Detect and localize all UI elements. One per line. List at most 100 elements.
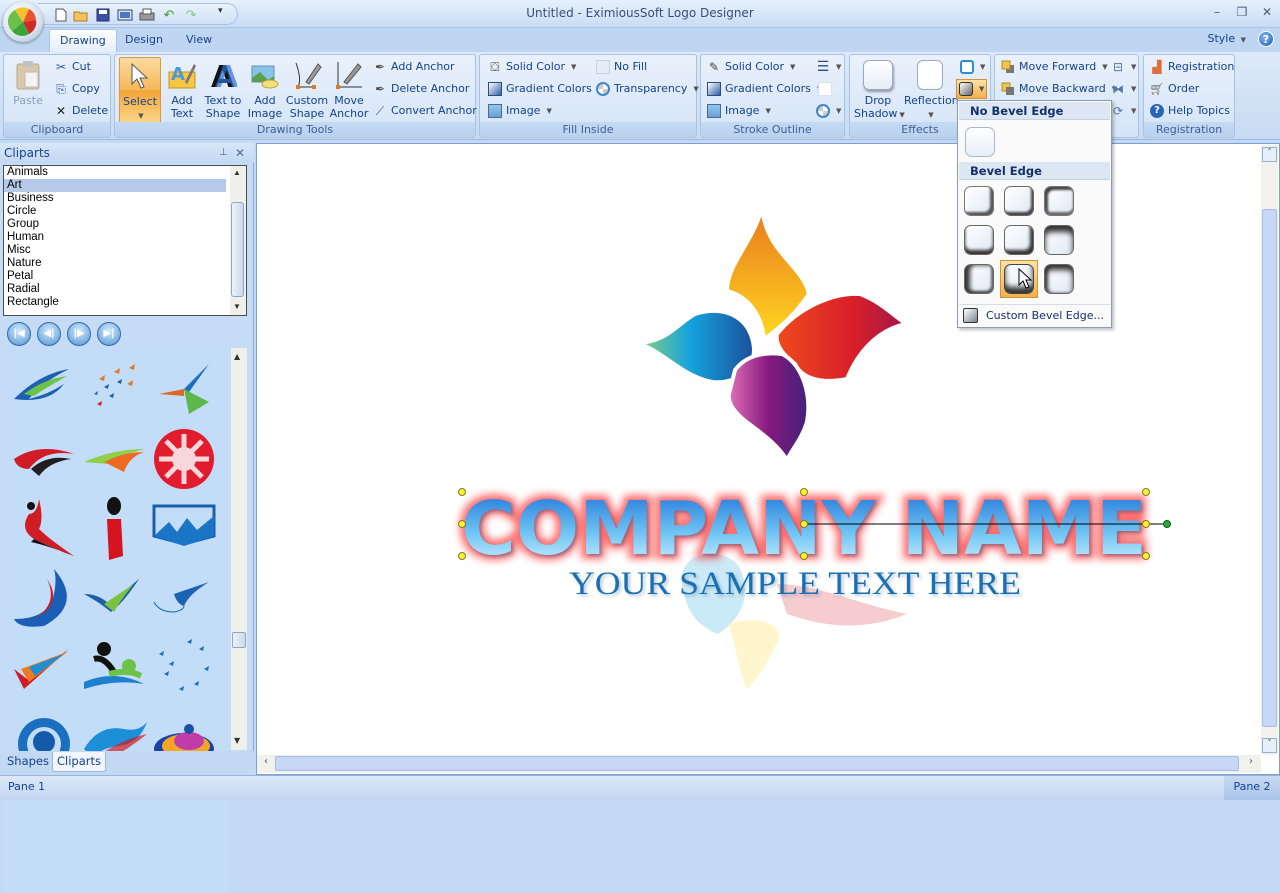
scroll-up-icon[interactable]: ▲ xyxy=(234,352,240,361)
undo-icon[interactable]: ↶ xyxy=(160,6,178,24)
first-page-button[interactable]: |◀ xyxy=(7,322,31,346)
bevel-preset-option[interactable] xyxy=(1000,221,1038,259)
add-image-button[interactable]: Add Image xyxy=(247,57,283,121)
tagline-text[interactable]: YOUR SAMPLE TEXT HERE xyxy=(569,566,1021,602)
clipart-three-point-star[interactable] xyxy=(149,354,219,424)
text-to-shape-button[interactable]: AA Text to Shape xyxy=(201,57,245,121)
select-tool-button[interactable]: Select ▼ xyxy=(119,57,161,123)
reflection-button[interactable]: Reflection ▼ xyxy=(904,57,959,121)
scroll-down-icon[interactable]: ▼ xyxy=(233,302,241,311)
clipart-swoosh-blue-green[interactable] xyxy=(9,354,79,424)
add-text-button[interactable]: A Add Text xyxy=(165,57,199,121)
category-item[interactable]: Nature xyxy=(4,257,226,270)
registration-button[interactable]: ▟ Registration xyxy=(1150,57,1234,77)
bevel-preset-option[interactable] xyxy=(960,182,998,220)
convert-anchor-button[interactable]: ⟋ Convert Anchor xyxy=(373,101,477,121)
image-icon[interactable] xyxy=(116,6,134,24)
handle-left[interactable] xyxy=(458,520,466,528)
help-icon[interactable]: ? xyxy=(1258,31,1274,47)
clipart-green-orange-swoosh[interactable] xyxy=(79,424,149,494)
new-document-icon[interactable] xyxy=(52,6,70,24)
transparency-button[interactable]: Transparency ▼ xyxy=(596,79,699,99)
scroll-down-icon[interactable]: ˅ xyxy=(1262,738,1277,753)
move-backward-button[interactable]: Move Backward ▼ xyxy=(1001,79,1117,99)
category-item[interactable]: Business xyxy=(4,192,226,205)
handle-top-left[interactable] xyxy=(458,488,466,496)
help-topics-button[interactable]: ? Help Topics xyxy=(1150,101,1230,121)
rotate-button[interactable]: ⟳ ▼ xyxy=(1111,101,1136,121)
fill-gradient-colors-button[interactable]: Gradient Colors▼ xyxy=(488,79,603,99)
open-folder-icon[interactable] xyxy=(72,6,90,24)
move-anchor-button[interactable]: Move Anchor xyxy=(329,57,369,121)
scroll-thumb[interactable] xyxy=(231,202,244,297)
drop-shadow-button[interactable]: Drop Shadow ▼ xyxy=(854,57,905,121)
border-style-button[interactable]: ▼ xyxy=(960,57,985,77)
handle-bottom-left[interactable] xyxy=(458,552,466,560)
fill-solid-color-button[interactable]: ⛋ Solid Color ▼ xyxy=(488,57,576,77)
tab-shapes[interactable]: Shapes xyxy=(3,752,53,772)
clipart-dancer-figure[interactable] xyxy=(9,494,79,564)
category-item[interactable]: Petal xyxy=(4,270,226,283)
minimize-button[interactable]: – xyxy=(1208,5,1226,21)
print-icon[interactable] xyxy=(138,6,156,24)
tab-view[interactable]: View xyxy=(176,29,222,52)
clipart-scrollbar[interactable]: ▲ ▼ xyxy=(231,348,247,750)
next-page-button[interactable]: |▶ xyxy=(67,322,91,346)
stroke-color-swatch[interactable] xyxy=(818,79,832,99)
category-item[interactable]: Animals xyxy=(4,166,226,179)
clipart-blue-bird-line[interactable] xyxy=(149,564,219,634)
stroke-gradient-colors-button[interactable]: Gradient Colors▼ xyxy=(707,79,822,99)
scroll-right-icon[interactable]: › xyxy=(1244,756,1258,771)
canvas-horizontal-scrollbar[interactable]: ‹ › xyxy=(257,755,1261,773)
scroll-thumb[interactable] xyxy=(232,632,246,648)
clipart-blue-mountain-badge[interactable] xyxy=(149,494,219,564)
pin-icon[interactable]: ⊥ xyxy=(219,143,228,163)
rotate-handle[interactable] xyxy=(1163,520,1171,528)
copy-button[interactable]: ⎘ Copy xyxy=(54,79,100,99)
line-style-button[interactable]: ☰ ▼ xyxy=(816,57,842,77)
bevel-none-option[interactable] xyxy=(961,123,999,161)
add-anchor-button[interactable]: ✒ Add Anchor xyxy=(373,57,455,77)
align-button[interactable]: ⊟ ▼ xyxy=(1111,57,1136,77)
prev-page-button[interactable]: ◀| xyxy=(37,322,61,346)
category-scrollbar[interactable]: ▲ ▼ xyxy=(230,166,246,315)
clipart-people-swoosh[interactable] xyxy=(79,634,149,704)
scroll-thumb[interactable] xyxy=(275,756,1239,771)
clipart-birds-flock[interactable] xyxy=(79,354,149,424)
redo-icon[interactable]: ↷ xyxy=(182,6,200,24)
scroll-down-icon[interactable]: ▼ xyxy=(234,736,240,745)
clipart-blue-red-crescent[interactable] xyxy=(9,564,79,634)
handle-bottom-right[interactable] xyxy=(1142,552,1150,560)
scroll-thumb[interactable] xyxy=(1262,209,1277,727)
handle-top[interactable] xyxy=(800,488,808,496)
canvas-vertical-scrollbar[interactable]: ˄ ˅ xyxy=(1261,145,1278,755)
flip-button[interactable]: ⧓ ▼ xyxy=(1111,79,1136,99)
category-item[interactable]: Art xyxy=(4,179,226,192)
clipart-letter-i-person[interactable] xyxy=(79,494,149,564)
bevel-preset-option[interactable] xyxy=(1040,221,1078,259)
handle-right[interactable] xyxy=(1142,520,1150,528)
design-canvas[interactable]: COMPANY NAME COMPANY NAME COMPANY NAME Y… xyxy=(256,143,1280,775)
category-item[interactable]: Radial xyxy=(4,283,226,296)
delete-button[interactable]: ✕ Delete xyxy=(54,101,108,121)
category-listbox[interactable]: Animals Art Business Circle Group Human Misc Na… xyxy=(3,165,247,316)
clipart-green-check-bird[interactable] xyxy=(79,564,149,634)
bevel-preset-option[interactable] xyxy=(1040,260,1078,298)
handle-center[interactable] xyxy=(800,520,808,528)
bevel-preset-option[interactable] xyxy=(1000,182,1038,220)
tab-design[interactable]: Design xyxy=(115,29,173,52)
move-forward-button[interactable]: Move Forward ▼ xyxy=(1001,57,1108,77)
customize-qat-button[interactable]: ▾ xyxy=(218,6,223,16)
close-pane-icon[interactable]: ✕ xyxy=(235,143,245,163)
custom-shape-button[interactable]: Custom Shape xyxy=(285,57,329,121)
last-page-button[interactable]: ▶| xyxy=(97,322,121,346)
delete-anchor-button[interactable]: ✒ Delete Anchor xyxy=(373,79,469,99)
handle-bottom[interactable] xyxy=(800,552,808,560)
bevel-edge-button[interactable]: ▼ xyxy=(956,79,988,99)
cut-button[interactable]: ✂ Cut xyxy=(54,57,91,77)
close-button[interactable]: ✕ xyxy=(1258,5,1276,21)
save-icon[interactable] xyxy=(94,6,112,24)
clipart-blue-birds-circle[interactable] xyxy=(149,634,219,704)
restore-button[interactable]: ❐ xyxy=(1233,5,1251,21)
clipart-red-sun-circle[interactable] xyxy=(149,424,219,494)
